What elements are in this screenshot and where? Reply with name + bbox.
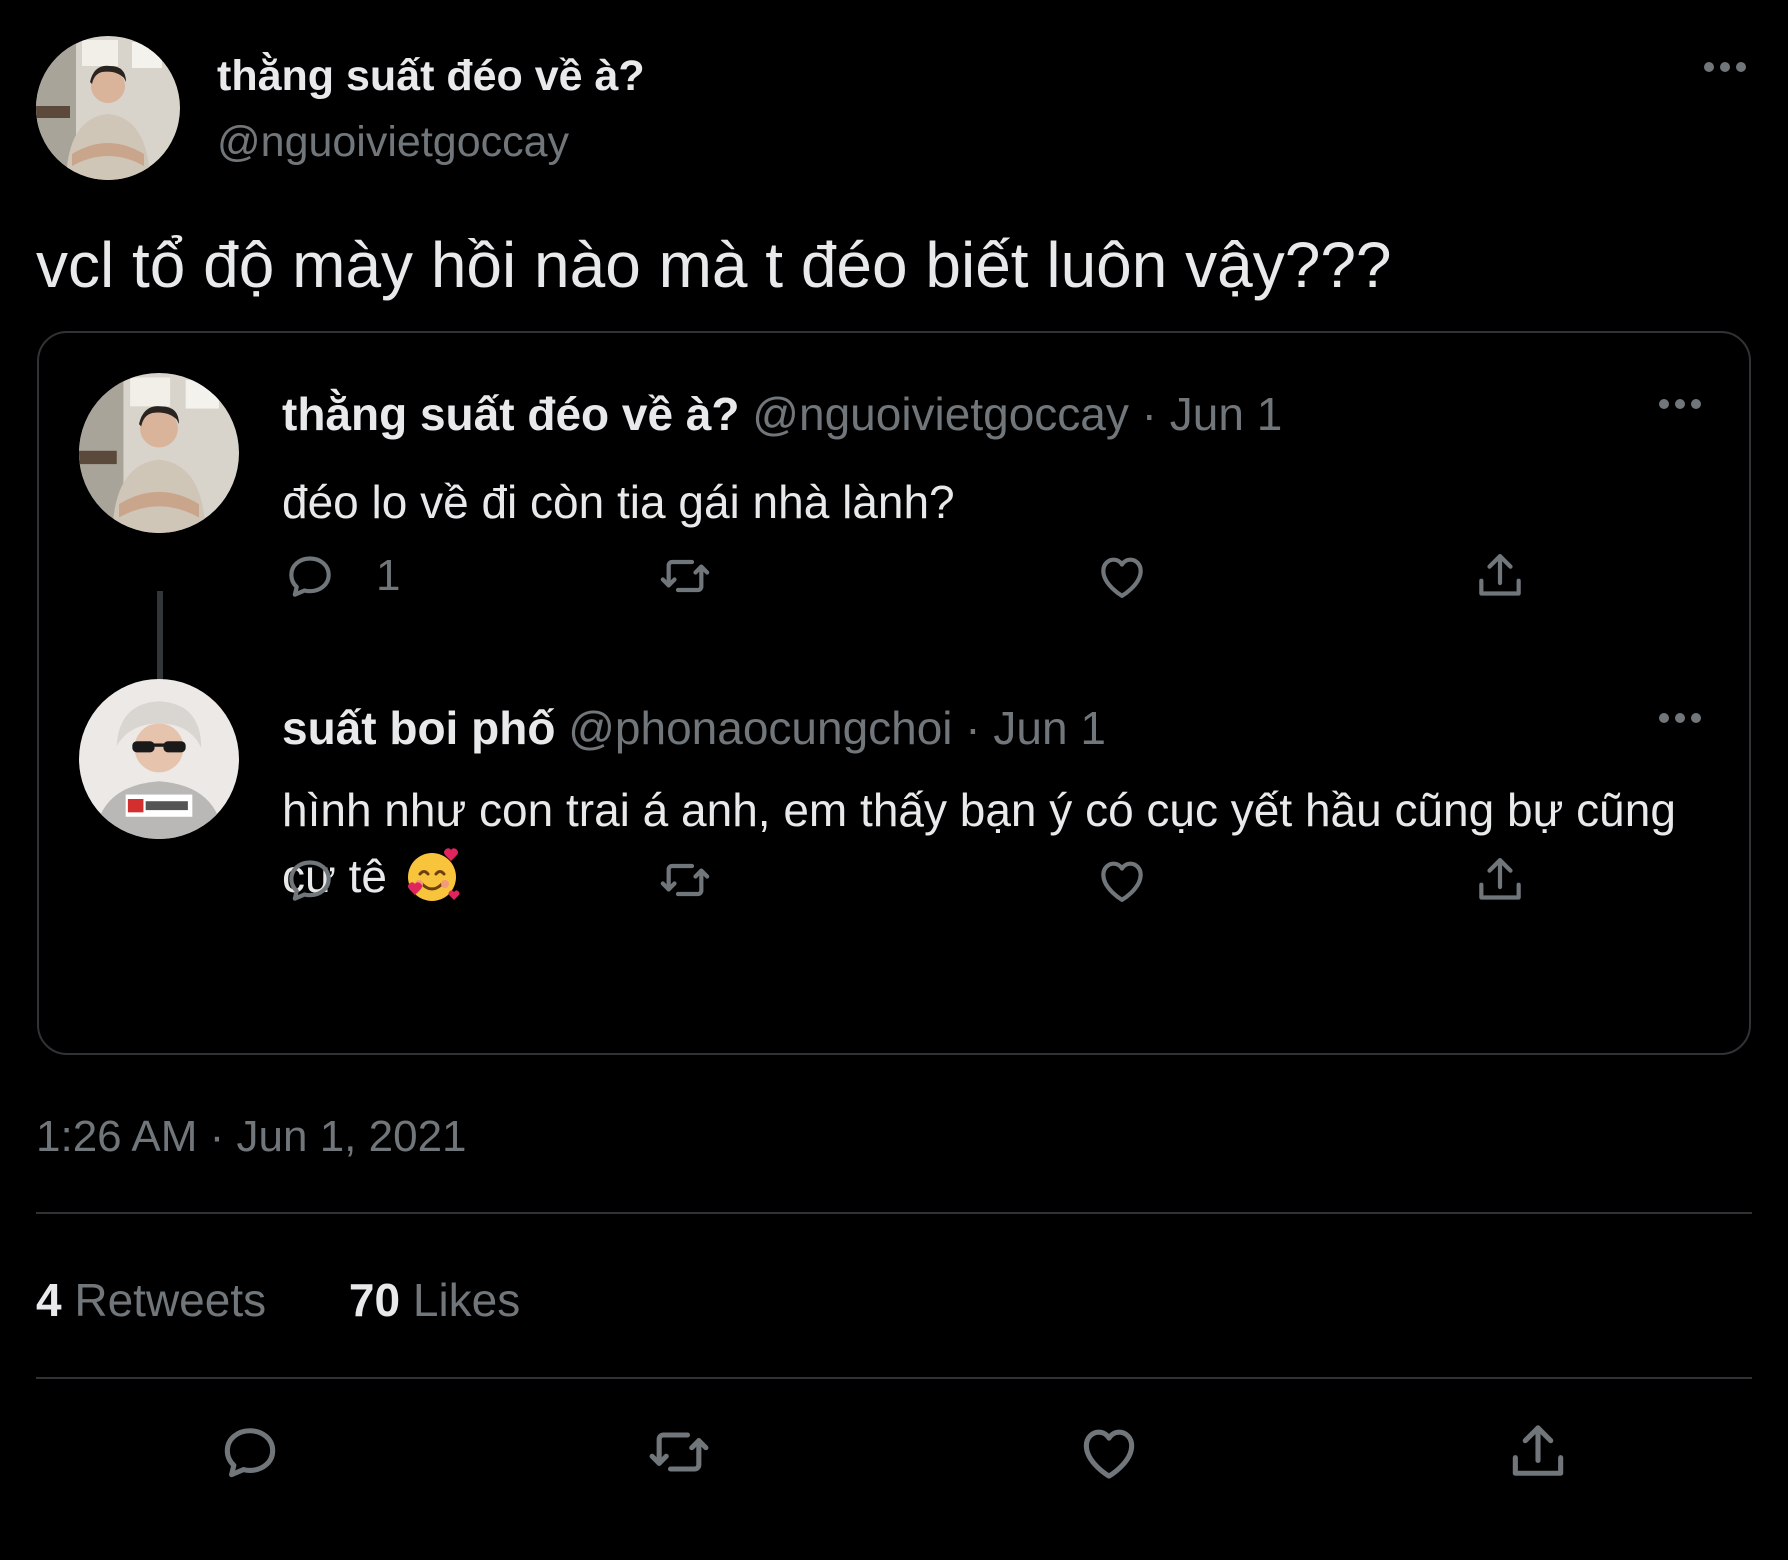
reply-author-name[interactable]: suất boi phố	[282, 702, 555, 754]
author-handle[interactable]: @nguoivietgoccay	[217, 118, 569, 167]
reply-icon	[289, 860, 331, 901]
retweet-button[interactable]	[657, 548, 713, 604]
thread-author-handle-date: @nguoivietgoccay · Jun 1	[739, 388, 1283, 440]
more-options-icon[interactable]	[1704, 62, 1746, 72]
likes-count: 70	[348, 1274, 401, 1326]
thread-reply-tweet[interactable]: suất boi phố @phonaocungchoi · Jun 1 hìn…	[39, 679, 1749, 1017]
thread-tweet-actions: 1	[282, 548, 1742, 608]
divider	[36, 1212, 1752, 1214]
like-button[interactable]	[1075, 1418, 1143, 1486]
reply-author-handle-date: @phonaocungchoi · Jun 1	[555, 702, 1106, 754]
tweet-text: vcl tổ độ mày hồi nào mà t đéo biết luôn…	[36, 229, 1392, 301]
thread-author-avatar[interactable]	[79, 373, 239, 533]
author-avatar[interactable]	[36, 36, 180, 180]
heart-icon	[1083, 1429, 1135, 1479]
heart-icon	[1101, 557, 1143, 598]
reply-button[interactable]	[216, 1418, 284, 1486]
thread-tweet-text: đéo lo về đi còn tia gái nhà lành?	[282, 476, 955, 528]
retweet-icon	[660, 863, 710, 897]
likes-label: Likes	[400, 1274, 521, 1326]
likes-stat[interactable]: 70 Likes	[349, 1273, 520, 1327]
tweet-stats: 4 Retweets 70 Likes	[36, 1273, 590, 1327]
share-button[interactable]	[1472, 548, 1528, 604]
tweet-header: thằng suất đéo về à? @nguoivietgoccay	[36, 36, 1752, 181]
reply-icon	[224, 1428, 276, 1478]
reply-tweet-header: suất boi phố @phonaocungchoi · Jun 1	[282, 701, 1106, 755]
retweets-label: Retweets	[61, 1274, 267, 1326]
like-button[interactable]	[1094, 852, 1150, 908]
retweet-icon	[660, 559, 710, 593]
reply-author-avatar[interactable]	[79, 679, 239, 839]
reply-button[interactable]	[282, 852, 338, 908]
reply-icon	[289, 556, 331, 597]
more-options-icon[interactable]	[1659, 399, 1701, 409]
thread-tweet-header: thằng suất đéo về à? @nguoivietgoccay · …	[282, 387, 1282, 441]
retweet-button[interactable]	[657, 852, 713, 908]
divider	[36, 1377, 1752, 1379]
author-display-name[interactable]: thằng suất đéo về à?	[217, 52, 645, 101]
retweets-count: 4	[36, 1274, 62, 1326]
tweet-action-bar	[0, 1418, 1788, 1488]
retweet-button[interactable]	[645, 1418, 713, 1486]
share-button[interactable]	[1472, 852, 1528, 908]
share-button[interactable]	[1504, 1418, 1572, 1486]
tweet-timestamp[interactable]: 1:26 AM · Jun 1, 2021	[36, 1112, 467, 1162]
share-icon	[1479, 554, 1521, 596]
reply-tweet-actions	[282, 852, 1742, 912]
thread-tweet[interactable]: thằng suất đéo về à? @nguoivietgoccay · …	[39, 373, 1749, 719]
reply-button[interactable]: 1	[282, 548, 400, 604]
like-button[interactable]	[1094, 548, 1150, 604]
thread-author-name[interactable]: thằng suất đéo về à?	[282, 388, 740, 440]
retweet-icon	[649, 1432, 709, 1472]
reply-count: 1	[376, 551, 401, 600]
retweets-stat[interactable]: 4 Retweets	[36, 1273, 266, 1327]
share-icon	[1512, 1425, 1564, 1476]
more-options-icon[interactable]	[1659, 713, 1701, 723]
heart-icon	[1101, 861, 1143, 902]
quoted-thread-card[interactable]: thằng suất đéo về à? @nguoivietgoccay · …	[37, 331, 1751, 1055]
share-icon	[1479, 858, 1521, 900]
tweet-detail-page: thằng suất đéo về à? @nguoivietgoccay vc…	[0, 0, 1788, 1560]
